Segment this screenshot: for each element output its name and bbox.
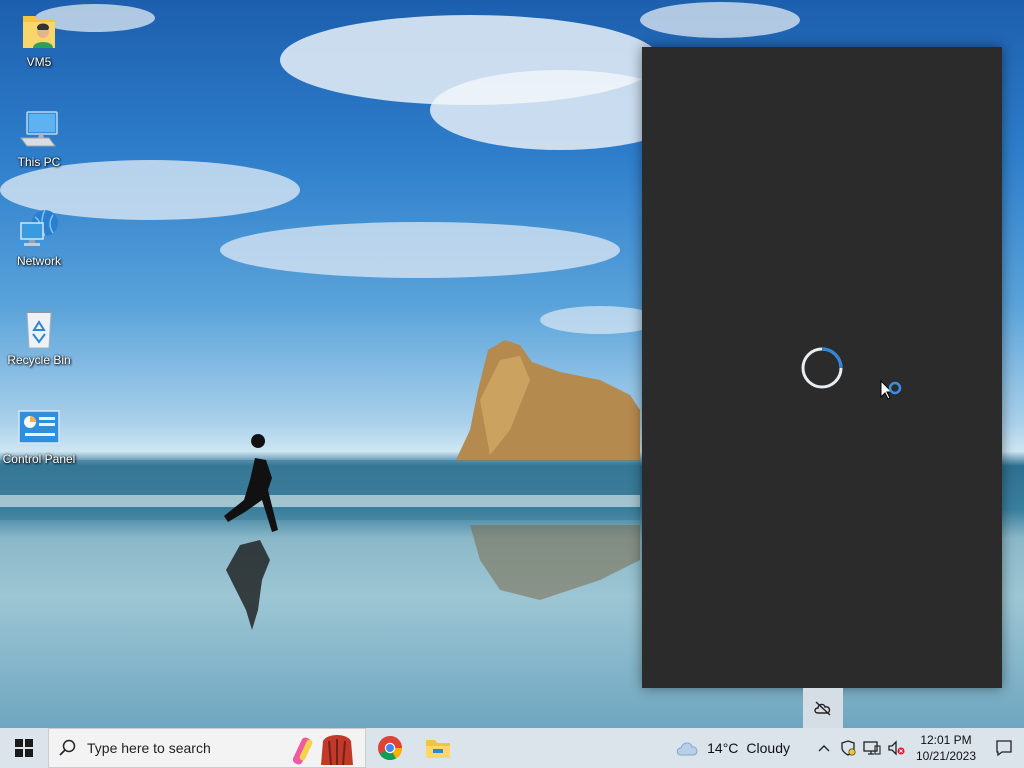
network-monitor-icon	[863, 741, 881, 755]
tray-security[interactable]	[836, 728, 860, 768]
desktop-icon-label: Network	[16, 254, 61, 268]
desktop-icon-control-panel[interactable]: Control Panel	[0, 405, 78, 466]
desktop-icon-label: This PC	[17, 155, 61, 169]
onedrive-cloud-off-icon	[814, 701, 831, 716]
desktop-icon-recycle-bin[interactable]: Recycle Bin	[0, 306, 78, 367]
search-highlight-banner-icon	[293, 735, 353, 766]
desktop-icon-label: VM5	[26, 55, 52, 69]
file-explorer-icon	[426, 740, 450, 758]
taskbar-app-chrome[interactable]	[366, 728, 414, 768]
start-button[interactable]	[0, 728, 48, 768]
action-center-button[interactable]	[984, 728, 1024, 768]
security-shield-icon	[841, 740, 856, 756]
control-panel-icon	[17, 405, 61, 449]
windows-logo-icon	[15, 739, 33, 757]
user-folder-icon	[17, 8, 61, 52]
desktop-icon-label: Control Panel	[2, 452, 76, 466]
chevron-up-icon	[818, 745, 830, 752]
clock-time: 12:01 PM	[920, 733, 972, 747]
desktop-icon-vm5[interactable]: VM5	[0, 8, 78, 69]
taskbar-clock[interactable]: 12:01 PM 10/21/2023	[908, 728, 984, 768]
desktop-icon-this-pc[interactable]: This PC	[0, 108, 78, 169]
onedrive-button[interactable]	[803, 688, 843, 728]
show-hidden-icons-button[interactable]	[812, 728, 836, 768]
network-icon	[17, 207, 61, 251]
clock-date: 10/21/2023	[915, 749, 977, 763]
loading-spinner-icon	[801, 347, 843, 389]
desktop-icon-network[interactable]: Network	[0, 207, 78, 268]
desktop-icon-label: Recycle Bin	[7, 353, 71, 367]
system-tray: 14°C Cloudy 12:01 PM 10/21/2023	[667, 728, 1024, 768]
computer-icon	[17, 108, 61, 152]
taskbar: Type here to search 14°C Cloudy 12:01 PM…	[0, 728, 1024, 768]
weather-condition: Cloudy	[746, 740, 790, 756]
tray-volume[interactable]	[884, 728, 908, 768]
busy-cursor-icon	[880, 380, 902, 400]
search-icon	[59, 739, 76, 756]
search-placeholder: Type here to search	[87, 740, 211, 756]
weather-widget[interactable]: 14°C Cloudy	[667, 728, 798, 768]
volume-muted-icon	[888, 740, 905, 756]
chrome-icon	[378, 736, 402, 761]
cloud-icon	[676, 742, 698, 756]
taskbar-app-file-explorer[interactable]	[414, 728, 462, 768]
notification-icon	[996, 740, 1012, 757]
recycle-bin-icon	[17, 306, 61, 350]
onedrive-flyout-panel[interactable]	[642, 47, 1002, 688]
tray-network[interactable]	[860, 728, 884, 768]
taskbar-search-box[interactable]: Type here to search	[48, 728, 366, 768]
weather-temperature: 14°C	[707, 740, 739, 756]
